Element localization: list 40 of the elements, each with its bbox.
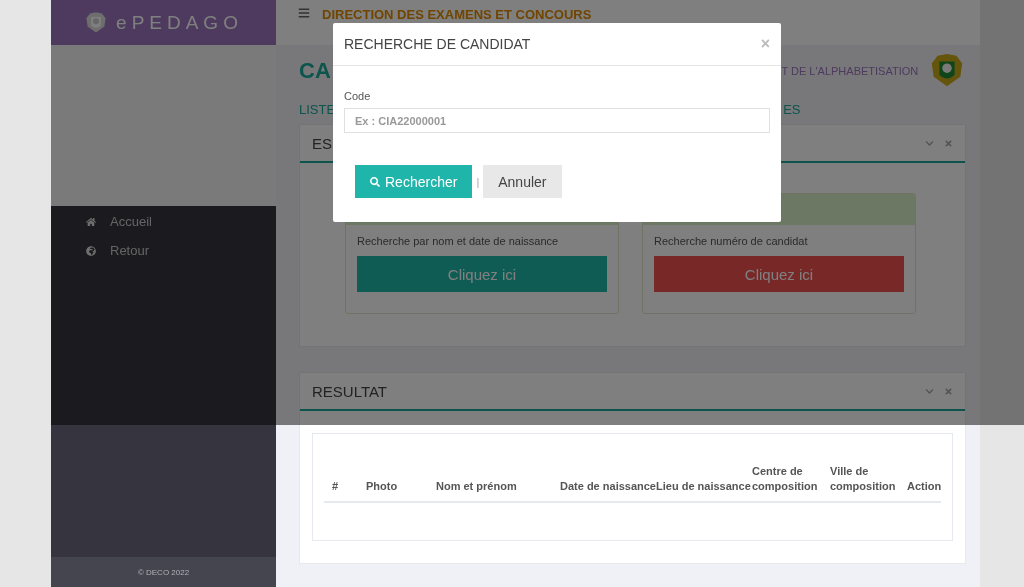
copyright: © DECO 2022 (137, 567, 190, 577)
separator: | (476, 175, 480, 188)
page-subtitle: ES (783, 101, 801, 117)
column-header: Photo (366, 479, 399, 494)
dialog-title: RECHERCHE DE CANDIDAT (344, 36, 531, 52)
search-button[interactable]: Rechercher (355, 165, 473, 198)
panel-title: RESULTAT (312, 382, 387, 400)
home-icon (86, 216, 96, 227)
column-header: Action (907, 479, 942, 494)
close-icon[interactable] (944, 386, 954, 396)
close-button[interactable]: × (760, 35, 770, 53)
ministry-name: T DE L'ALPHABETISATION (781, 65, 919, 77)
page-title: CA (299, 58, 331, 84)
page-heading: DIRECTION DES EXAMENS ET CONCOURS (322, 7, 592, 22)
search-icon (370, 176, 380, 187)
emblem-icon (84, 10, 109, 35)
globe-icon (86, 245, 96, 256)
column-header: Nom et prénom (436, 479, 518, 494)
close-icon[interactable] (944, 138, 954, 148)
collapse-icon[interactable] (925, 138, 935, 148)
cancel-button[interactable]: Annuler (483, 165, 562, 198)
panel-title: ES (312, 134, 332, 152)
menu-item[interactable]: Retour (86, 243, 150, 258)
brand-logo[interactable]: ePEDAGO (51, 0, 276, 45)
click-here-button[interactable]: Cliquez ici (357, 256, 607, 292)
column-header: Ville de composition (830, 464, 897, 494)
click-here-button[interactable]: Cliquez ici (654, 256, 904, 292)
brand-name: ePEDAGO (116, 11, 243, 34)
column-header: Date de naissance (560, 479, 656, 494)
collapse-icon[interactable] (925, 386, 935, 396)
card-text: Recherche par nom et date de naissance (357, 235, 560, 247)
column-header: # (332, 479, 340, 494)
code-input[interactable]: Ex : CIA22000001 (344, 108, 770, 133)
page-subtitle: LISTE (299, 101, 336, 117)
menu-item[interactable]: Accueil (86, 214, 152, 229)
column-header: Centre de composition (752, 464, 819, 494)
column-header: Lieu de naissance (656, 479, 752, 494)
card-text: Recherche numéro de candidat (654, 235, 809, 247)
menu-icon[interactable] (298, 7, 310, 19)
field-label: Code (344, 90, 372, 102)
